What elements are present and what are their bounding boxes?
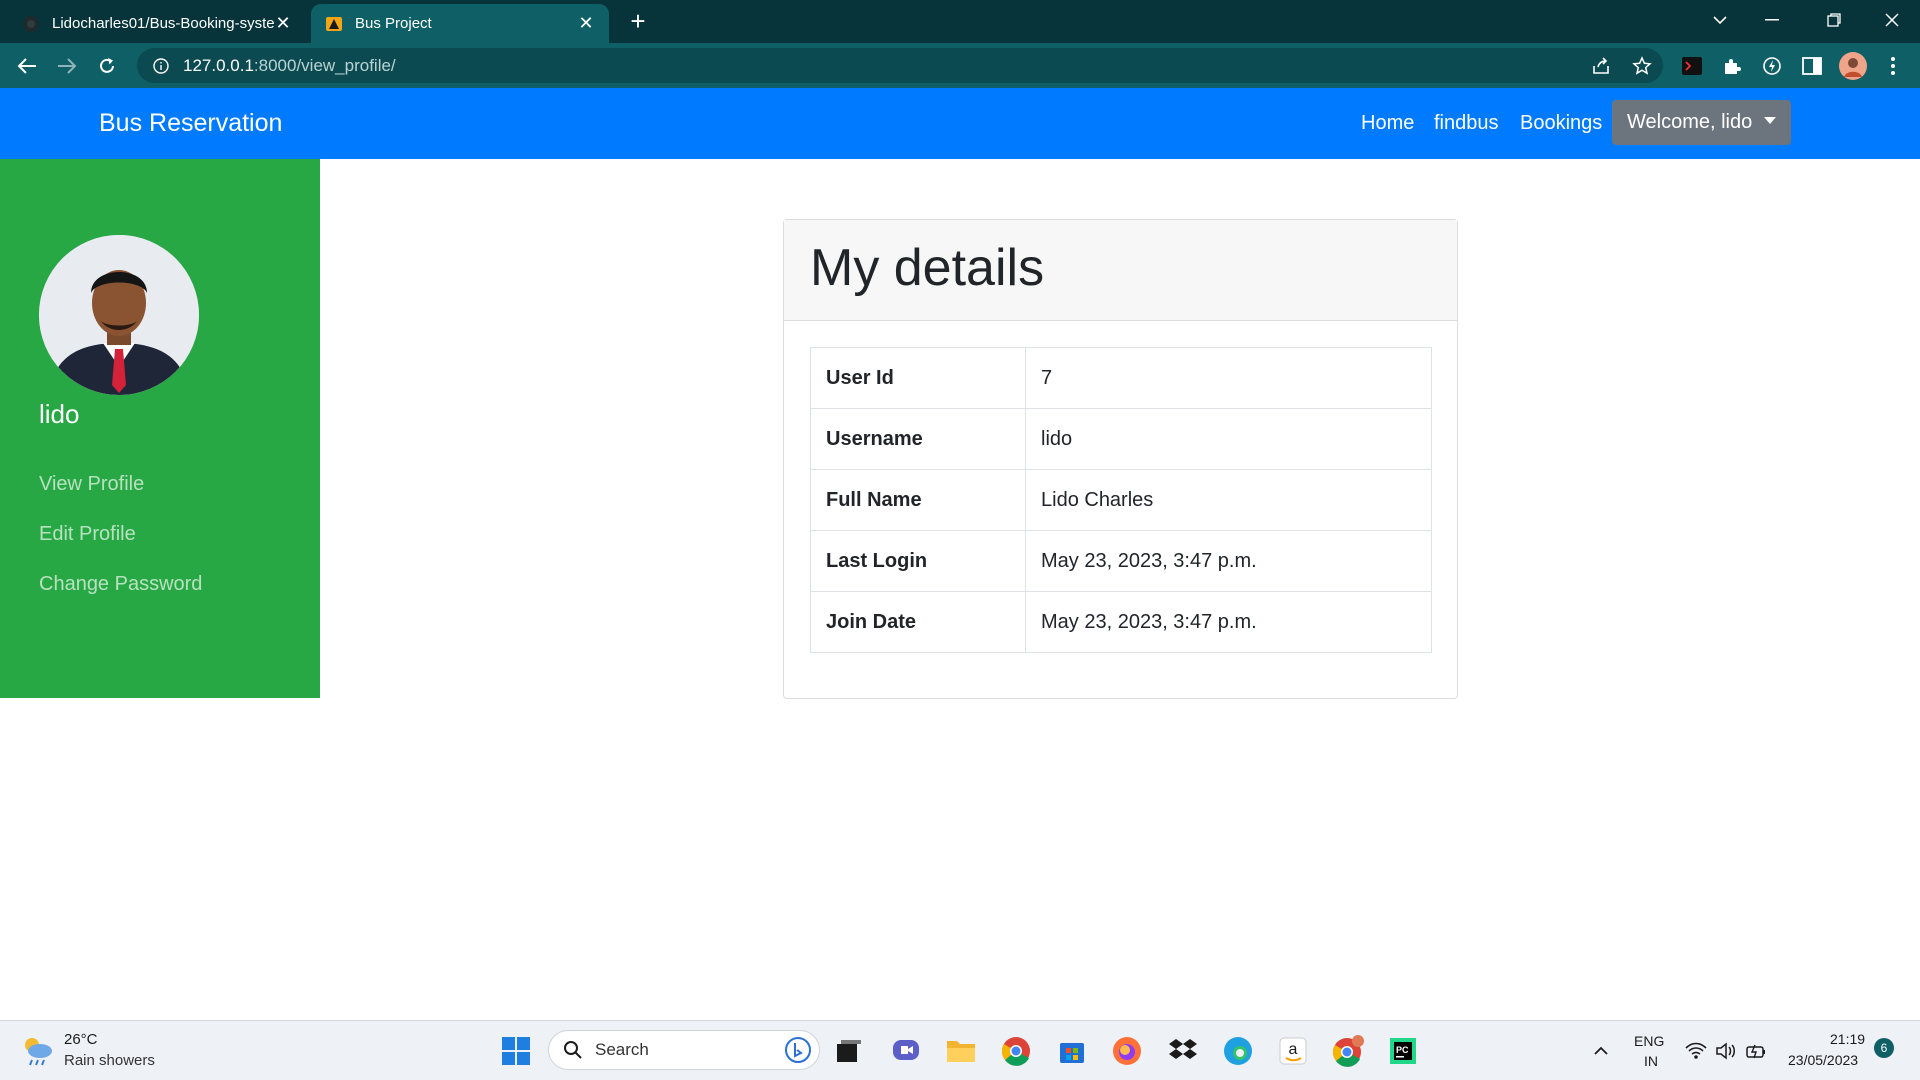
show-hidden-icons-chevron-icon[interactable] — [1584, 1034, 1618, 1068]
caret-down-icon — [1764, 117, 1777, 124]
row-value: Lido Charles — [1025, 469, 1432, 531]
sidebar-link-view-profile[interactable]: View Profile — [39, 473, 144, 496]
row-label: Full Name — [810, 469, 1026, 531]
card-header: My details — [784, 220, 1457, 321]
teams-chat-icon[interactable] — [889, 1034, 923, 1068]
sidebar-link-edit-profile[interactable]: Edit Profile — [39, 523, 136, 546]
chrome-profile-icon[interactable] — [1331, 1034, 1365, 1068]
extensions-puzzle-icon[interactable] — [1717, 51, 1747, 81]
row-label: Join Date — [810, 591, 1026, 653]
site-info-icon[interactable] — [153, 57, 169, 74]
minimize-icon[interactable] — [1746, 0, 1798, 40]
chrome-icon[interactable] — [999, 1034, 1033, 1068]
clock-time: 21:19 — [1830, 1031, 1866, 1047]
weather-description: Rain showers — [64, 1052, 155, 1069]
taskbar-search-input[interactable]: Search — [548, 1030, 820, 1070]
microsoft-store-icon[interactable] — [1055, 1034, 1089, 1068]
tab-search-chevron-icon[interactable] — [1694, 0, 1746, 40]
close-tab-icon[interactable]: ✕ — [577, 13, 595, 34]
share-icon[interactable] — [1586, 51, 1616, 81]
avatar — [39, 235, 199, 395]
weather-rain-icon — [25, 1038, 52, 1066]
close-window-icon[interactable] — [1866, 0, 1918, 40]
terminal-extension-icon[interactable] — [1677, 51, 1707, 81]
dropbox-icon[interactable] — [1166, 1034, 1200, 1068]
brand-link[interactable]: Bus Reservation — [99, 109, 282, 138]
tab-bus-project[interactable]: Bus Project ✕ — [311, 4, 609, 43]
file-explorer-icon[interactable] — [944, 1034, 978, 1068]
url-text: 127.0.0.1:8000/view_profile/ — [183, 55, 396, 75]
row-value: lido — [1025, 408, 1432, 470]
tab-github[interactable]: Lidocharles01/Bus-Booking-system ✕ — [8, 4, 306, 43]
bookmark-star-icon[interactable] — [1627, 51, 1657, 81]
performance-icon[interactable] — [1757, 51, 1787, 81]
firefox-icon[interactable] — [1110, 1034, 1144, 1068]
edge-icon[interactable] — [1221, 1034, 1255, 1068]
page-title: My details — [810, 239, 1045, 297]
reload-icon[interactable] — [90, 49, 124, 83]
battery-charging-icon[interactable] — [1739, 1034, 1773, 1068]
profile-avatar-icon[interactable] — [1838, 51, 1868, 81]
os-taskbar: 26°C Rain showers Search a PC ENG IN 21:… — [0, 1020, 1920, 1080]
new-tab-button[interactable]: + — [622, 6, 654, 38]
row-label: Username — [810, 408, 1026, 470]
table-row: Username lido — [810, 408, 1432, 470]
row-value: May 23, 2023, 3:47 p.m. — [1025, 591, 1432, 653]
browser-toolbar: 127.0.0.1:8000/view_profile/ — [0, 43, 1920, 88]
svg-text:a: a — [1289, 1041, 1298, 1058]
weather-temperature: 26°C — [64, 1031, 98, 1048]
start-icon[interactable] — [499, 1034, 533, 1068]
github-icon — [23, 15, 39, 32]
sidebar-username: lido — [39, 399, 80, 429]
wifi-icon[interactable] — [1679, 1034, 1713, 1068]
forward-icon[interactable] — [50, 49, 84, 83]
profile-sidebar: lido View Profile Edit Profile Change Pa… — [0, 159, 320, 698]
svg-text:PC: PC — [1396, 1045, 1409, 1055]
restore-icon[interactable] — [1808, 0, 1860, 40]
user-menu-label: Welcome, lido — [1627, 111, 1753, 133]
row-value: 7 — [1025, 347, 1432, 409]
row-label: Last Login — [810, 530, 1026, 592]
amazon-icon[interactable]: a — [1276, 1034, 1310, 1068]
volume-icon[interactable] — [1709, 1034, 1743, 1068]
row-label: User Id — [810, 347, 1026, 409]
pycharm-icon[interactable]: PC — [1386, 1034, 1420, 1068]
details-card: My details User Id 7 Username lido Full … — [783, 219, 1458, 699]
search-icon — [564, 1041, 582, 1059]
table-row: Last Login May 23, 2023, 3:47 p.m. — [810, 530, 1432, 592]
tab-title: Lidocharles01/Bus-Booking-system — [52, 15, 274, 32]
close-tab-icon[interactable]: ✕ — [274, 13, 292, 34]
nav-link-findbus[interactable]: findbus — [1434, 112, 1499, 135]
language-code: ENG — [1634, 1033, 1665, 1049]
region-code: IN — [1644, 1053, 1658, 1069]
clock-date: 23/05/2023 — [1788, 1052, 1859, 1068]
details-table: User Id 7 Username lido Full Name Lido C… — [810, 347, 1432, 653]
sidebar-link-change-password[interactable]: Change Password — [39, 573, 202, 596]
table-row: User Id 7 — [810, 347, 1432, 409]
task-view-icon[interactable] — [832, 1034, 866, 1068]
browser-tab-strip: Lidocharles01/Bus-Booking-system ✕ Bus P… — [0, 0, 1920, 43]
nav-link-bookings[interactable]: Bookings — [1520, 112, 1602, 135]
browser-menu-icon[interactable] — [1878, 51, 1908, 81]
notification-count-badge[interactable]: 6 — [1874, 1038, 1894, 1058]
back-icon[interactable] — [10, 49, 44, 83]
bus-project-favicon-icon — [326, 16, 342, 31]
search-label: Search — [595, 1040, 649, 1059]
tab-title: Bus Project — [355, 15, 432, 32]
side-panel-icon[interactable] — [1797, 51, 1827, 81]
row-value: May 23, 2023, 3:47 p.m. — [1025, 530, 1432, 592]
bing-icon[interactable] — [785, 1037, 811, 1063]
user-menu-dropdown[interactable]: Welcome, lido — [1612, 100, 1791, 145]
nav-link-home[interactable]: Home — [1361, 112, 1414, 135]
site-navbar: Bus Reservation Home findbus Bookings We… — [0, 88, 1920, 159]
table-row: Join Date May 23, 2023, 3:47 p.m. — [810, 591, 1432, 653]
table-row: Full Name Lido Charles — [810, 469, 1432, 531]
address-bar[interactable]: 127.0.0.1:8000/view_profile/ — [137, 48, 1663, 83]
